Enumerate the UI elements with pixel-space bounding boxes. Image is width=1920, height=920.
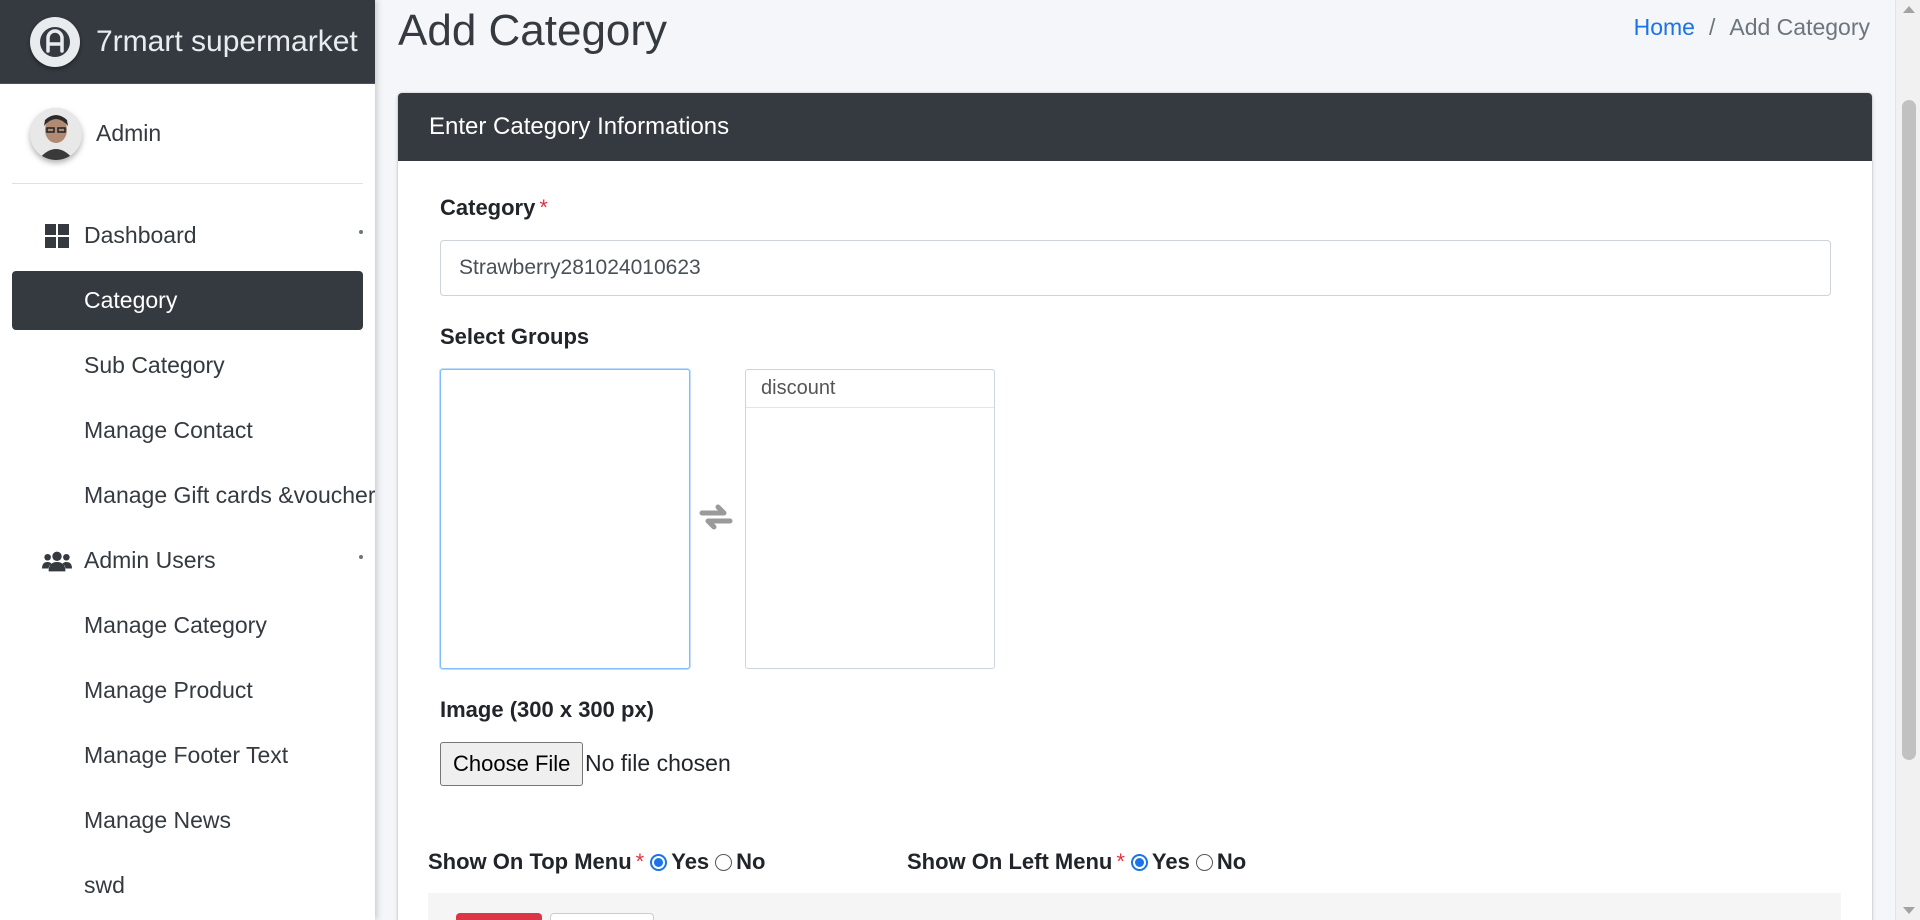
sidebar-item-sub-category[interactable]: Sub Category (12, 336, 363, 395)
left-menu-yes-radio[interactable] (1130, 853, 1148, 871)
sidebar-item-swd[interactable]: swd (12, 856, 363, 915)
required-mark: * (1116, 849, 1125, 874)
avatar (30, 107, 82, 160)
top-menu-no-radio[interactable] (715, 853, 733, 871)
breadcrumb-current: Add Category (1729, 14, 1870, 40)
user-name: Admin (96, 120, 162, 146)
card-header: Enter Category Informations (398, 93, 1872, 161)
available-groups-listbox[interactable] (440, 369, 690, 669)
yes-label: Yes (1151, 849, 1190, 874)
breadcrumb-separator: / (1708, 14, 1716, 40)
yes-label: Yes (671, 849, 710, 874)
left-menu-label: Show On Left Menu (907, 849, 1113, 874)
form-footer (428, 893, 1841, 920)
left-menu-radio-group: Show On Left Menu * Yes No (907, 849, 1246, 875)
sidebar-item-manage-news[interactable]: Manage News (12, 791, 363, 850)
chevron-left-icon (359, 230, 363, 234)
brand-name: 7rmart supermarket (96, 24, 358, 58)
sidebar-item-manage-gift-cards[interactable]: Manage Gift cards &voucher (12, 466, 375, 525)
category-input-value: Strawberry281024010623 (459, 256, 701, 279)
page-scrollbar[interactable] (1895, 0, 1920, 920)
top-menu-label: Show On Top Menu (428, 849, 632, 874)
sidebar-item-admin-users[interactable]: Admin Users (12, 531, 363, 590)
card-title: Enter Category Informations (429, 113, 730, 140)
required-mark: * (635, 849, 645, 874)
required-mark: * (539, 195, 548, 220)
no-label: No (736, 849, 766, 874)
sidebar-item-label: Manage Footer Text (84, 742, 289, 768)
swap-arrows-icon[interactable] (698, 503, 734, 531)
user-panel[interactable]: Admin (12, 84, 363, 184)
file-status: No file chosen (585, 750, 731, 776)
users-icon (42, 546, 72, 576)
sidebar-item-label: Sub Category (84, 352, 225, 378)
scroll-thumb[interactable] (1902, 100, 1916, 760)
breadcrumb: Home / Add Category (1634, 14, 1870, 41)
sidebar: 7rmart supermarket Admin Dashboard Categ… (0, 0, 375, 920)
selected-groups-listbox[interactable]: discount (745, 369, 995, 669)
page-title: Add Category (398, 6, 668, 55)
category-input[interactable]: Strawberry281024010623 (440, 240, 1831, 296)
select-groups-label: Select Groups (440, 324, 590, 349)
category-label: Category * (440, 195, 548, 220)
scroll-up-icon[interactable] (1903, 6, 1915, 13)
image-label: Image (300 x 300 px) (440, 697, 655, 722)
sidebar-item-label: swd (84, 872, 125, 898)
sidebar-item-label: Dashboard (84, 222, 197, 248)
sidebar-item-dashboard[interactable]: Dashboard (12, 206, 363, 265)
dashboard-icon (42, 221, 72, 251)
sidebar-item-manage-product[interactable]: Manage Product (12, 661, 363, 720)
save-button[interactable] (456, 913, 542, 920)
category-form-card: Enter Category Informations Category * St… (398, 93, 1872, 920)
list-item[interactable]: discount (746, 370, 994, 408)
left-menu-no-radio[interactable] (1195, 853, 1213, 871)
sidebar-item-manage-category[interactable]: Manage Category (12, 596, 363, 655)
sidebar-item-label: Manage Gift cards &voucher (84, 482, 375, 508)
reset-button[interactable] (550, 913, 654, 920)
sidebar-nav: Dashboard Category Sub Category Manage C… (0, 184, 375, 915)
sidebar-item-label: Manage Contact (84, 417, 253, 443)
brand-logo-icon (30, 16, 80, 67)
sidebar-item-label: Manage Product (84, 677, 253, 703)
sidebar-item-label: Category (84, 287, 178, 313)
breadcrumb-home-link[interactable]: Home (1634, 14, 1695, 41)
top-menu-radio-group: Show On Top Menu * Yes No (428, 849, 766, 875)
sidebar-item-category[interactable]: Category (12, 271, 363, 330)
sidebar-item-label: Manage Category (84, 612, 267, 638)
choose-file-button[interactable]: Choose File (440, 742, 584, 786)
top-menu-yes-radio[interactable] (650, 853, 668, 871)
no-label: No (1216, 849, 1247, 874)
sidebar-item-label: Admin Users (84, 547, 216, 573)
sidebar-item-manage-contact[interactable]: Manage Contact (12, 401, 363, 460)
chevron-left-icon (359, 555, 363, 559)
scroll-down-icon[interactable] (1903, 907, 1915, 914)
brand-link[interactable]: 7rmart supermarket (0, 0, 375, 84)
sidebar-item-label: Manage News (84, 807, 232, 833)
sidebar-item-manage-footer-text[interactable]: Manage Footer Text (12, 726, 363, 785)
